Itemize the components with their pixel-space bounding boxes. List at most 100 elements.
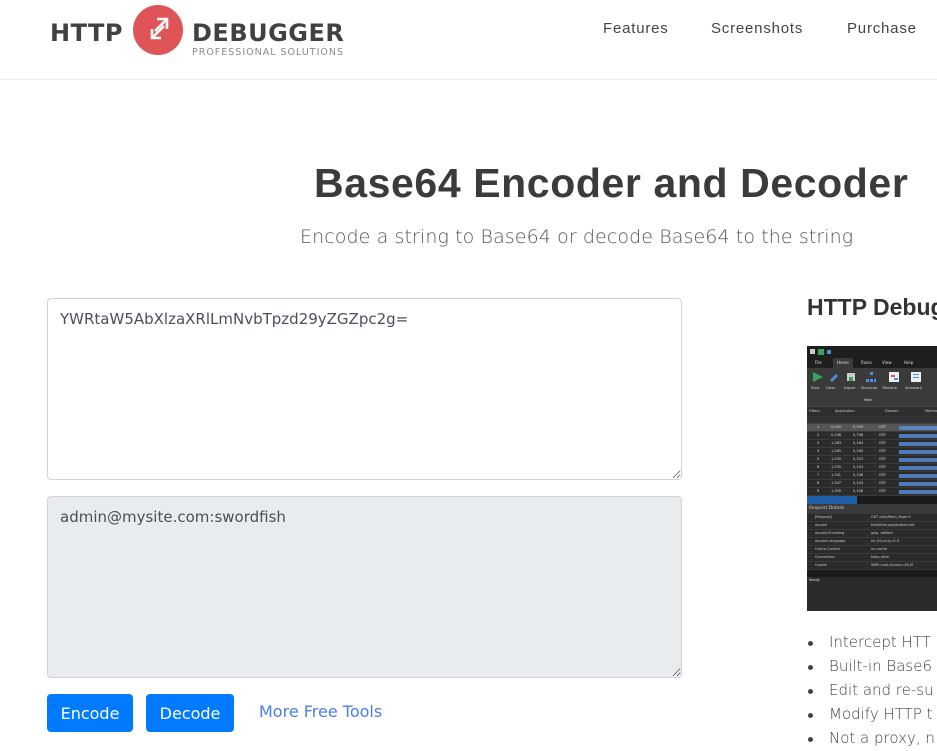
screenshot-cell-n: 2 bbox=[817, 433, 820, 437]
screenshot-cell-offset: 1,350 bbox=[831, 489, 842, 493]
screenshot-cell-url bbox=[899, 450, 937, 454]
screenshot-details-title: Request Details bbox=[807, 504, 937, 514]
screenshot-cell-duration: 0,158 bbox=[853, 489, 864, 493]
ribbon-start: Start bbox=[811, 386, 820, 390]
site-header: HTTP DEBUGGER PROFESSIONAL SOLUTIONS Fea… bbox=[0, 0, 937, 80]
screenshot-cell-url bbox=[899, 434, 937, 438]
nav-screenshots[interactable]: Screenshots bbox=[711, 20, 803, 37]
summary-icon bbox=[911, 372, 921, 382]
logo-text-http: HTTP bbox=[50, 19, 123, 47]
structure-icon bbox=[866, 372, 876, 382]
decode-button[interactable]: Decode bbox=[146, 694, 234, 732]
screenshot-menu-file: File bbox=[815, 360, 822, 365]
logo-tagline: PROFESSIONAL SOLUTIONS bbox=[192, 47, 345, 58]
screenshot-menu-home: Home bbox=[833, 358, 853, 368]
screenshot-status: Ready bbox=[807, 577, 937, 585]
screenshot-detail-header: Accept-Encoding bbox=[815, 531, 845, 535]
screenshot-cell-n: 9 bbox=[817, 489, 820, 493]
screenshot-grid-row: 2 0,296 0,798 GET bbox=[807, 432, 937, 440]
ribbon-summary: Summary bbox=[905, 386, 922, 390]
encode-button[interactable]: Encode bbox=[47, 694, 133, 732]
screenshot-filters: Filters: Application Domain Method bbox=[807, 406, 937, 416]
start-icon bbox=[813, 372, 823, 382]
page-title: Base64 Encoder and Decoder bbox=[314, 160, 909, 206]
nav-purchase[interactable]: Purchase bbox=[847, 20, 917, 37]
filter-domain: Domain bbox=[885, 409, 899, 413]
screenshot-detail-row: Cookie WMF-Last-Access=28-M bbox=[807, 562, 937, 570]
screenshot-detail-tabs bbox=[807, 570, 937, 577]
screenshot-cell-n: 5 bbox=[817, 457, 820, 461]
sidebar-title: HTTP Debug bbox=[807, 294, 937, 320]
screenshot-cell-url bbox=[899, 474, 937, 478]
base64-input[interactable]: YWRtaW5AbXlzaXRlLmNvbTpzd29yZGZpc2g= bbox=[47, 298, 682, 480]
screenshot-cell-duration: 0,154 bbox=[853, 465, 864, 469]
screenshot-cell-n: 4 bbox=[817, 449, 820, 453]
screenshot-cell-duration: 0,290 bbox=[853, 425, 864, 429]
feature-list: Intercept HTT Built-in Base6 Edit and re… bbox=[807, 633, 935, 751]
feature-item: Built-in Base6 bbox=[807, 657, 935, 681]
screenshot-grid-row: 6 1,255 0,154 GET bbox=[807, 464, 937, 472]
ribbon-timeline: Timeline bbox=[882, 386, 897, 390]
screenshot-cell-method: GET bbox=[879, 481, 887, 485]
screenshot-cell-offset: 1,283 bbox=[831, 441, 842, 445]
ribbon-export: Export bbox=[844, 386, 856, 390]
screenshot-cell-url bbox=[899, 466, 937, 470]
logo-text-debugger: DEBUGGER bbox=[192, 19, 345, 47]
screenshot-grid-rows: 1 0,000 0,290 GET 2 0,296 0,798 GET 3 1,283 0,184 G… bbox=[807, 424, 937, 496]
timeline-icon bbox=[889, 372, 899, 382]
screenshot-cell-method: GET bbox=[879, 433, 887, 437]
screenshot-grid-row: 5 1,250 0,323 GET bbox=[807, 456, 937, 464]
screenshot-detail-header: Connection bbox=[815, 555, 835, 559]
screenshot-detail-header: [Request] bbox=[815, 515, 832, 519]
screenshot-grid-row: 1 0,000 0,290 GET bbox=[807, 424, 937, 432]
screenshot-cell-url bbox=[899, 458, 937, 462]
screenshot-cell-url bbox=[899, 482, 937, 486]
ribbon-group-main: Main bbox=[864, 398, 873, 402]
screenshot-detail-header: Accept bbox=[815, 523, 827, 527]
clear-icon bbox=[830, 374, 838, 382]
feature-item: Intercept HTT bbox=[807, 633, 935, 657]
screenshot-request-tabs bbox=[807, 496, 937, 504]
screenshot-grid-row: 9 1,350 0,158 GET bbox=[807, 488, 937, 496]
screenshot-cell-method: GET bbox=[879, 425, 887, 429]
screenshot-menu-help: Help bbox=[904, 360, 914, 365]
filters-label: Filters: bbox=[809, 409, 821, 413]
screenshot-cell-duration: 0,160 bbox=[853, 449, 864, 453]
screenshot-detail-value: no-cache bbox=[871, 547, 888, 551]
screenshot-cell-n: 3 bbox=[817, 441, 820, 445]
screenshot-detail-value: GET /wiki/Main_Page H bbox=[871, 515, 911, 519]
screenshot-cell-duration: 0,798 bbox=[853, 433, 864, 437]
filter-method: Method bbox=[925, 409, 937, 413]
screenshot-cell-method: GET bbox=[879, 473, 887, 477]
ribbon-clear: Clear bbox=[826, 386, 836, 390]
screenshot-menu-view: View bbox=[882, 360, 892, 365]
screenshot-cell-method: GET bbox=[879, 465, 887, 469]
screenshot-cell-n: 7 bbox=[817, 473, 820, 477]
screenshot-menu-rules: Rules bbox=[861, 360, 872, 365]
screenshot-detail-value: WMF-Last-Access=28-M bbox=[871, 563, 913, 567]
screenshot-titlebar bbox=[807, 346, 937, 358]
screenshot-cell-method: GET bbox=[879, 441, 887, 445]
export-icon bbox=[847, 373, 855, 381]
feature-item: Edit and re-su bbox=[807, 681, 935, 705]
screenshot-cell-offset: 1,285 bbox=[831, 449, 842, 453]
more-free-tools-link[interactable]: More Free Tools bbox=[259, 702, 382, 721]
filter-application: Application bbox=[835, 409, 855, 413]
screenshot-cell-offset: 1,341 bbox=[831, 473, 842, 477]
screenshot-cell-offset: 0,000 bbox=[831, 425, 842, 429]
screenshot-detail-header: Accept-Language bbox=[815, 539, 846, 543]
screenshot-detail-value: text/html,application/xht bbox=[871, 523, 915, 527]
screenshot-grid-row: 3 1,283 0,184 GET bbox=[807, 440, 937, 448]
nav-features[interactable]: Features bbox=[603, 20, 669, 37]
app-screenshot[interactable]: File Home Rules View Help Start Clear Ex… bbox=[807, 346, 937, 611]
screenshot-details-rows: [Request] GET /wiki/Main_Page H Accept text… bbox=[807, 514, 937, 570]
decoded-output[interactable]: admin@mysite.com:swordfish bbox=[47, 496, 682, 678]
feature-item: Modify HTTP t bbox=[807, 705, 935, 729]
feature-item: Not a proxy, n bbox=[807, 729, 935, 751]
screenshot-detail-row: [Request] GET /wiki/Main_Page H bbox=[807, 514, 937, 522]
screenshot-detail-row: Accept text/html,application/xht bbox=[807, 522, 937, 530]
screenshot-cell-method: GET bbox=[879, 489, 887, 493]
screenshot-cell-method: GET bbox=[879, 457, 887, 461]
screenshot-cell-n: 6 bbox=[817, 465, 820, 469]
screenshot-cell-duration: 0,323 bbox=[853, 457, 864, 461]
